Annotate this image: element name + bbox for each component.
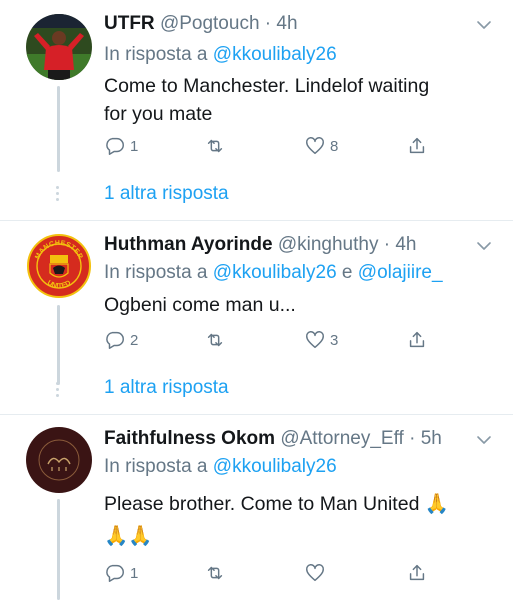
tweet-text-line: 🙏🙏 [104, 525, 153, 547]
author-line: Huthman Ayorinde @kinghuthy · 4h [104, 234, 416, 256]
tweet-text: Ogbeni come man u... [104, 291, 499, 319]
tweet-2[interactable]: MANCHESTER UNITED Huthman Ayorinde @king… [0, 221, 513, 414]
share-icon [409, 331, 425, 348]
share-icon [409, 564, 425, 581]
retweet-icon [207, 333, 223, 347]
like-button[interactable] [304, 562, 330, 584]
reply-count: 1 [130, 564, 139, 582]
tweet-actions: 1 8 [104, 135, 444, 159]
reply-context: In risposta a @kkoulibaly26 [104, 456, 337, 478]
author-name[interactable]: Faithfulness Okom [104, 428, 275, 449]
tweet-1[interactable]: UTFR @Pogtouch · 4h In risposta a @kkoul… [0, 0, 513, 220]
reply-count: 2 [130, 331, 139, 349]
retweet-icon [207, 139, 223, 153]
thread-dots [56, 186, 60, 204]
avatar[interactable]: MANCHESTER UNITED [26, 233, 92, 299]
like-count: 8 [330, 137, 339, 155]
reply-mention-2[interactable]: @olajiire_ [358, 262, 443, 283]
dark-emblem-avatar-icon [26, 427, 92, 493]
manchester-united-crest-avatar-icon: MANCHESTER UNITED [27, 234, 91, 298]
heart-icon [306, 564, 324, 582]
reply-prefix: In risposta a [104, 262, 208, 283]
author-handle[interactable]: @kinghuthy [278, 234, 379, 255]
author-line: Faithfulness Okom @Attorney_Eff · 5h [104, 428, 442, 450]
reply-prefix: In risposta a [104, 456, 208, 477]
tweet-text: Come to Manchester. Lindelof waiting for… [104, 72, 499, 128]
tweet-3[interactable]: Faithfulness Okom @Attorney_Eff · 5h In … [0, 415, 513, 600]
reply-icon [106, 331, 124, 349]
share-button[interactable] [406, 329, 428, 351]
player-celebration-avatar-icon [26, 14, 92, 80]
reply-button[interactable]: 1 [104, 562, 138, 584]
reply-button[interactable]: 2 [104, 329, 138, 351]
tweet-text: Please brother. Come to Man United 🙏 🙏🙏 [104, 488, 499, 552]
reply-mention[interactable]: @kkoulibaly26 [213, 44, 337, 65]
chevron-down-icon[interactable] [475, 16, 493, 34]
author-line: UTFR @Pogtouch · 4h [104, 13, 298, 35]
reply-count: 1 [130, 137, 139, 155]
tweet-time[interactable]: · 4h [265, 13, 298, 34]
chevron-down-icon[interactable] [475, 237, 493, 255]
reply-prefix: In risposta a [104, 44, 208, 65]
thread-line [57, 499, 60, 600]
chevron-down-icon[interactable] [475, 431, 493, 449]
like-count: 3 [330, 331, 339, 349]
tweet-time[interactable]: · 4h [384, 234, 417, 255]
thread-dots [56, 382, 60, 400]
more-replies-link[interactable]: 1 altra risposta [104, 377, 229, 399]
avatar[interactable] [26, 427, 92, 493]
share-button[interactable] [406, 135, 428, 157]
author-name[interactable]: UTFR [104, 13, 155, 34]
share-button[interactable] [406, 562, 428, 584]
tweet-actions: 1 [104, 562, 444, 586]
heart-icon [306, 137, 324, 155]
reply-context: In risposta a @kkoulibaly26 e @olajiire_ [104, 262, 443, 284]
reply-mention[interactable]: @kkoulibaly26 [213, 456, 337, 477]
author-name[interactable]: Huthman Ayorinde [104, 234, 273, 255]
retweet-button[interactable] [204, 562, 230, 584]
reply-mention[interactable]: @kkoulibaly26 [213, 262, 337, 283]
reply-button[interactable]: 1 [104, 135, 138, 157]
tweet-time[interactable]: · 5h [409, 428, 442, 449]
retweet-button[interactable] [204, 135, 230, 157]
tweet-actions: 2 3 [104, 329, 444, 353]
like-button[interactable]: 3 [304, 329, 338, 351]
avatar[interactable] [26, 14, 92, 80]
retweet-icon [207, 566, 223, 580]
retweet-button[interactable] [204, 329, 230, 351]
share-icon [409, 137, 425, 154]
tweet-text-line: for you mate [104, 103, 213, 125]
tweet-text-line: Come to Manchester. Lindelof waiting [104, 75, 430, 97]
author-handle[interactable]: @Attorney_Eff [280, 428, 404, 449]
tweet-text-line: Please brother. Come to Man United 🙏 [104, 493, 450, 515]
thread-line [57, 305, 60, 385]
thread-line [57, 86, 60, 172]
like-button[interactable]: 8 [304, 135, 338, 157]
reply-icon [106, 564, 124, 582]
author-handle[interactable]: @Pogtouch [160, 13, 260, 34]
more-replies-link[interactable]: 1 altra risposta [104, 183, 229, 205]
reply-joiner: e [341, 262, 353, 283]
reply-context: In risposta a @kkoulibaly26 [104, 44, 337, 66]
reply-icon [106, 137, 124, 155]
heart-icon [306, 331, 324, 349]
tweet-text-line: Ogbeni come man u... [104, 294, 296, 316]
